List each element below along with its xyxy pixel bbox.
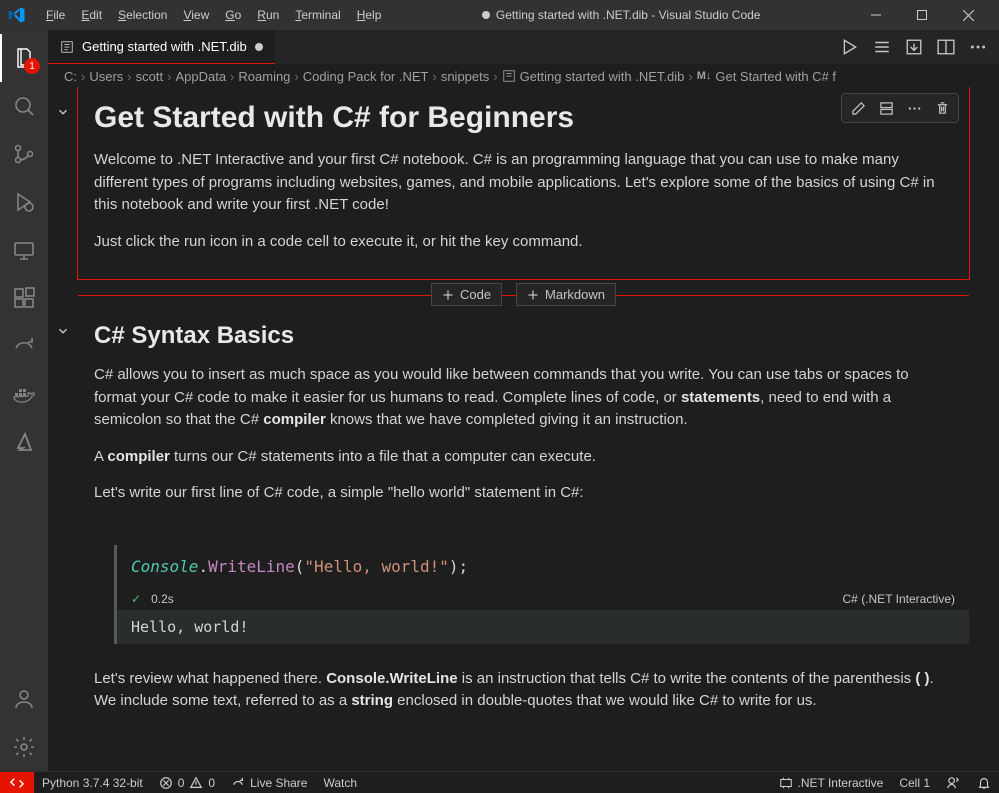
notebook-file-icon [60,40,74,54]
insert-code-button[interactable]: Code [431,283,502,306]
success-check-icon: ✓ [131,592,141,606]
collapse-icon[interactable] [56,324,70,338]
menu-terminal[interactable]: TerminalTerminal [287,4,348,26]
status-problems[interactable]: 0 0 [151,772,223,793]
menu-help[interactable]: HelpHelp [349,4,390,26]
extensions-icon[interactable] [0,274,48,322]
status-liveshare[interactable]: Live Share [223,772,315,793]
cell-heading: Get Started with C# for Beginners [94,101,953,135]
menu-go[interactable]: GoGo [217,4,249,26]
accounts-icon[interactable] [0,675,48,723]
menu-run[interactable]: RunRun [249,4,287,26]
explorer-badge: 1 [24,58,40,74]
markdown-cell[interactable]: Get Started with C# for Beginners Welcom… [78,87,969,279]
search-icon[interactable] [0,82,48,130]
tab-label: Getting started with .NET.dib [82,39,247,54]
status-python[interactable]: Python 3.7.4 32-bit [34,772,151,793]
insert-markdown-button[interactable]: Markdown [516,283,616,306]
menu-view[interactable]: ViewView [175,4,217,26]
collapse-icon[interactable] [56,105,70,119]
insert-cell-row: Code Markdown [78,283,969,306]
cell-heading: C# Syntax Basics [94,322,953,350]
dirty-dot-icon [482,11,490,19]
code-output: Hello, world! [114,610,969,644]
delete-cell-icon[interactable] [928,96,956,120]
kernel-lang-label[interactable]: C# (.NET Interactive) [843,592,955,606]
code-status-row: ✓ 0.2s C# (.NET Interactive) [114,588,969,610]
share-icon[interactable] [0,322,48,370]
markdown-badge: M↓ [697,70,712,82]
menu-file[interactable]: FFileile [38,4,73,26]
file-icon [502,69,516,83]
titlebar: FFileile EditEdit SelectionSelection Vie… [0,0,999,30]
editor-tabs: Getting started with .NET.dib [48,30,999,65]
remote-explorer-icon[interactable] [0,226,48,274]
activity-bar: 1 [0,30,48,771]
clear-outputs-icon[interactable] [873,38,891,56]
maximize-button[interactable] [899,0,945,30]
markdown-cell[interactable]: Let's review what happened there. Consol… [78,644,969,733]
status-kernel[interactable]: .NET Interactive [771,772,892,793]
window-title: Getting started with .NET.dib - Visual S… [389,8,853,22]
explorer-icon[interactable]: 1 [0,34,48,82]
settings-gear-icon[interactable] [0,723,48,771]
menu-edit[interactable]: EditEdit [73,4,110,26]
close-button[interactable] [945,0,991,30]
split-editor-icon[interactable] [937,38,955,56]
docker-icon[interactable] [0,370,48,418]
cell-body: Welcome to .NET Interactive and your fir… [94,149,953,253]
cell-toolbar [841,93,959,123]
more-actions-icon[interactable] [969,38,987,56]
editor-tab[interactable]: Getting started with .NET.dib [48,30,275,64]
azure-icon[interactable] [0,418,48,466]
breadcrumb[interactable]: C:› Users› scott› AppData› Roaming› Codi… [48,65,999,87]
code-cell[interactable]: Console.WriteLine("Hello, world!"); ✓ 0.… [114,545,969,644]
more-cell-icon[interactable] [900,96,928,120]
menu-selection[interactable]: SelectionSelection [110,4,175,26]
menu-bar: FFileile EditEdit SelectionSelection Vie… [38,4,389,26]
run-debug-icon[interactable] [0,178,48,226]
status-bell-icon[interactable] [969,772,999,793]
status-feedback-icon[interactable] [938,772,969,793]
status-bar: Python 3.7.4 32-bit 0 0 Live Share Watch… [0,771,999,793]
edit-cell-icon[interactable] [844,96,872,120]
run-all-icon[interactable] [841,38,859,56]
markdown-cell[interactable]: C# Syntax Basics C# allows you to insert… [78,310,969,525]
vscode-logo-icon [8,6,26,24]
source-control-icon[interactable] [0,130,48,178]
split-cell-icon[interactable] [872,96,900,120]
status-cell-position[interactable]: Cell 1 [891,772,938,793]
export-icon[interactable] [905,38,923,56]
status-watch[interactable]: Watch [315,772,365,793]
exec-time: 0.2s [151,592,174,606]
remote-indicator[interactable] [0,772,34,793]
minimize-button[interactable] [853,0,899,30]
tab-dirty-icon [255,43,263,51]
code-editor[interactable]: Console.WriteLine("Hello, world!"); [114,545,969,588]
cell-body: Let's review what happened there. Consol… [94,668,953,713]
cell-body: C# allows you to insert as much space as… [94,364,953,505]
